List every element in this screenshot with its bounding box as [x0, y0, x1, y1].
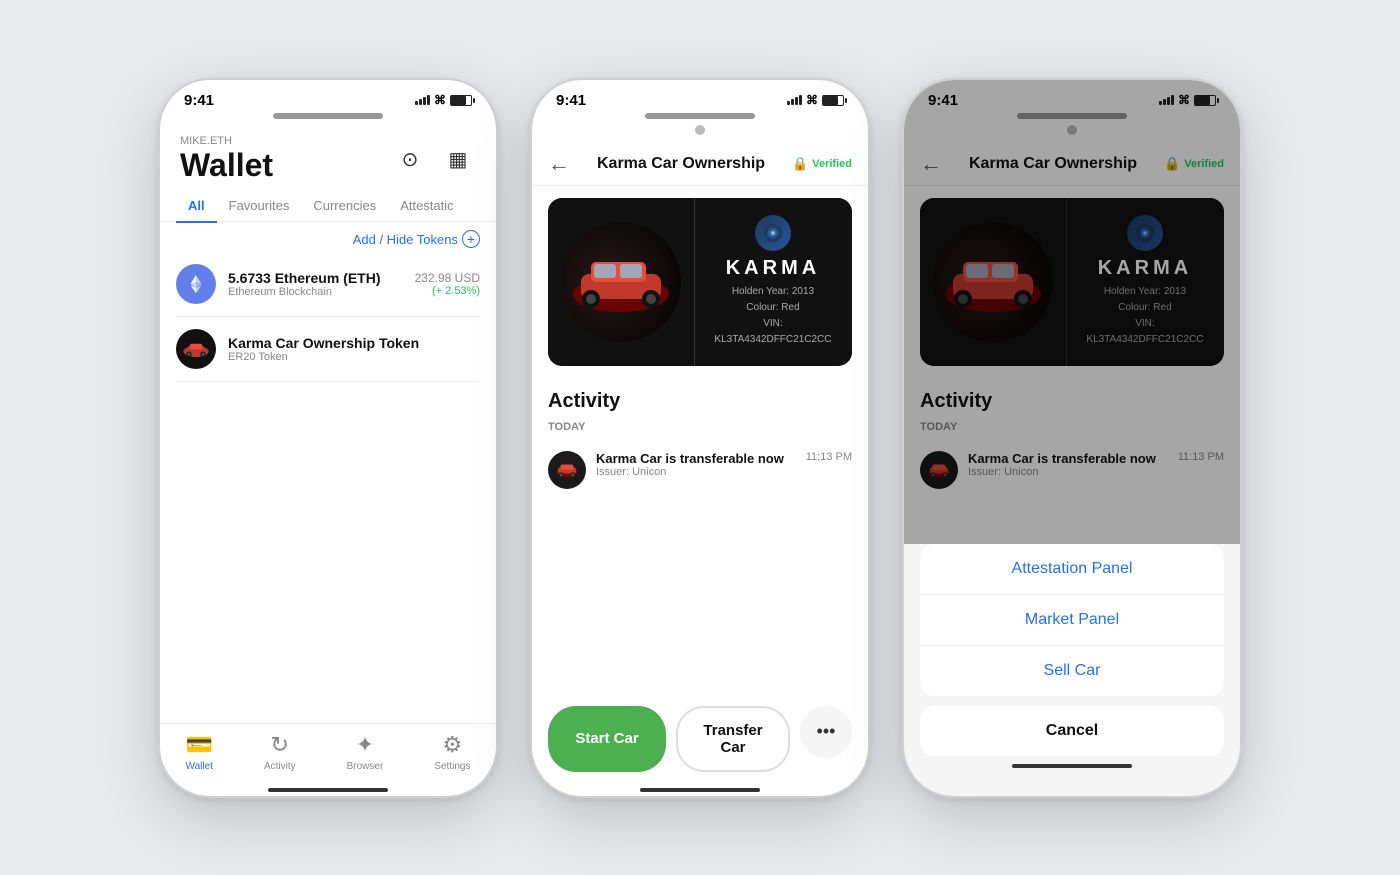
back-button-2[interactable]: ← [548, 151, 570, 177]
wallet-icons: ⊙ ▦ [392, 141, 476, 177]
page-header-2: ← Karma Car Ownership 🔒 Verified [532, 143, 868, 186]
start-car-button[interactable]: Start Car [548, 706, 666, 772]
notch-bar-1 [273, 113, 383, 119]
nav-activity[interactable]: ↻ Activity [264, 732, 296, 772]
bottom-actions-2: Start Car Transfer Car ••• [532, 690, 868, 788]
nav-browser-label: Browser [347, 761, 384, 772]
car-info: Karma Car Ownership Token ER20 Token [228, 335, 480, 363]
status-bar-1: 9:41 ⌘ [160, 80, 496, 113]
verified-badge-2: 🔒 Verified [792, 156, 852, 172]
action-sheet: Attestation Panel Market Panel Sell Car … [904, 544, 1240, 796]
activity-sub: Issuer: Unicon [596, 466, 796, 478]
nav-wallet-label: Wallet [186, 761, 213, 772]
today-label-2: TODAY [548, 421, 852, 433]
nav-settings[interactable]: ⚙ Settings [434, 732, 470, 772]
eth-info: 5.6733 Ethereum (ETH) Ethereum Blockchai… [228, 270, 403, 298]
eth-icon [176, 264, 216, 304]
cancel-button[interactable]: Cancel [920, 706, 1224, 756]
wifi-icon-2: ⌘ [806, 93, 818, 107]
cancel-group: Cancel [920, 706, 1224, 756]
phone-action: 9:41 ⌘ [902, 78, 1242, 798]
car-card-2: KARMA Holden Year: 2013 Colour: Red VIN:… [548, 198, 852, 366]
activity-item-2: Karma Car is transferable now Issuer: Un… [548, 443, 852, 497]
wallet-title: Wallet [180, 147, 273, 184]
more-options-button[interactable]: ••• [800, 706, 852, 758]
add-plus-icon: + [462, 230, 480, 248]
qr-icon[interactable]: ▦ [440, 141, 476, 177]
attestation-panel-button[interactable]: Attestation Panel [920, 544, 1224, 595]
car-details: Holden Year: 2013 Colour: Red VIN: KL3TA… [706, 284, 840, 348]
tab-favourites[interactable]: Favourites [217, 190, 302, 223]
activity-car-icon [548, 451, 586, 489]
time-1: 9:41 [184, 92, 214, 109]
token-list: 5.6733 Ethereum (ETH) Ethereum Blockchai… [160, 252, 496, 723]
bottom-nav: 💳 Wallet ↻ Activity ✦ Browser ⚙ Settings [160, 723, 496, 788]
nav-wallet[interactable]: 💳 Wallet [186, 732, 213, 772]
eth-change: (+ 2.53%) [415, 285, 480, 297]
home-indicator-2 [640, 788, 760, 792]
activity-nav-icon: ↻ [271, 732, 289, 758]
wallet-tabs: All Favourites Currencies Attestatic [160, 190, 496, 223]
signal-icon-2 [787, 95, 802, 105]
wallet-nav-icon: 💳 [186, 732, 213, 758]
signal-icon [415, 95, 430, 105]
scan-icon[interactable]: ⊙ [392, 141, 428, 177]
activity-name: Karma Car is transferable now [596, 451, 796, 466]
eth-usd: 232.98 USD [415, 271, 480, 285]
status-icons-1: ⌘ [415, 93, 472, 107]
token-item-car[interactable]: Karma Car Ownership Token ER20 Token [176, 317, 480, 382]
phone-wallet: 9:41 ⌘ [158, 78, 498, 798]
eth-value: 232.98 USD (+ 2.53%) [415, 271, 480, 297]
lock-icon-2: 🔒 [792, 156, 808, 172]
nav-settings-label: Settings [434, 761, 470, 772]
eth-sub: Ethereum Blockchain [228, 286, 403, 298]
user-info: MIKE.ETH Wallet [180, 135, 273, 184]
add-tokens-label: Add / Hide Tokens [353, 232, 458, 247]
car-image-left [548, 198, 694, 366]
karma-logo-text: KARMA [726, 257, 820, 280]
wallet-header: MIKE.ETH Wallet ⊙ ▦ [160, 125, 496, 190]
transfer-car-button[interactable]: Transfer Car [676, 706, 790, 772]
settings-nav-icon: ⚙ [443, 732, 463, 758]
battery-icon-2 [822, 95, 844, 106]
activity-info: Karma Car is transferable now Issuer: Un… [596, 451, 796, 478]
wallet-user: MIKE.ETH [180, 135, 273, 147]
browser-nav-icon: ✦ [356, 732, 374, 758]
home-indicator-1 [268, 788, 388, 792]
status-bar-2: 9:41 ⌘ [532, 80, 868, 113]
notch-bar-2 [645, 113, 755, 119]
status-icons-2: ⌘ [787, 93, 844, 107]
activity-title-2: Activity [548, 390, 852, 413]
tab-currencies[interactable]: Currencies [301, 190, 388, 223]
time-2: 9:41 [556, 92, 586, 109]
page-title-2: Karma Car Ownership [570, 155, 792, 173]
verified-text-2: Verified [812, 158, 852, 170]
activity-time: 11:13 PM [806, 451, 852, 463]
eth-name: 5.6733 Ethereum (ETH) [228, 270, 403, 286]
action-sheet-group: Attestation Panel Market Panel Sell Car [920, 544, 1224, 696]
car-circle [561, 222, 681, 342]
notch-dot-2 [695, 125, 705, 135]
tab-all[interactable]: All [176, 190, 217, 223]
add-tokens-row: Add / Hide Tokens + [160, 222, 496, 252]
car-name: Karma Car Ownership Token [228, 335, 480, 351]
car-card-right: KARMA Holden Year: 2013 Colour: Red VIN:… [694, 198, 852, 366]
tab-attestatic[interactable]: Attestatic [388, 190, 465, 223]
card-divider [694, 198, 695, 366]
battery-icon [450, 95, 472, 106]
car-sub: ER20 Token [228, 351, 480, 363]
activity-section-2: Activity TODAY [532, 378, 868, 497]
market-panel-button[interactable]: Market Panel [920, 595, 1224, 646]
token-item-eth[interactable]: 5.6733 Ethereum (ETH) Ethereum Blockchai… [176, 252, 480, 317]
home-indicator-3 [1012, 764, 1132, 768]
phone-karma: 9:41 ⌘ [530, 78, 870, 798]
nav-activity-label: Activity [264, 761, 296, 772]
sell-car-button[interactable]: Sell Car [920, 646, 1224, 696]
nav-browser[interactable]: ✦ Browser [347, 732, 384, 772]
wifi-icon: ⌘ [434, 93, 446, 107]
add-tokens-button[interactable]: Add / Hide Tokens + [353, 230, 480, 248]
car-token-icon [176, 329, 216, 369]
